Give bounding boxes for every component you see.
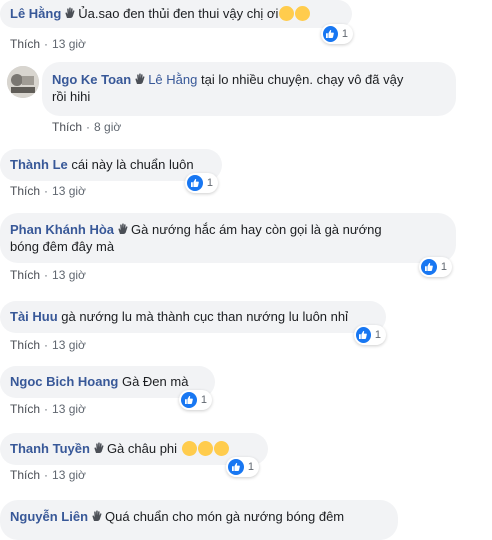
comment-text-line2: bóng đêm đây mà (10, 239, 115, 254)
comment-meta: Thích · 13 giờ (10, 268, 86, 282)
like-reaction-icon (187, 175, 203, 191)
reaction-count[interactable]: 1 (226, 457, 259, 477)
comment-meta: Thích · 13 giờ (10, 338, 86, 352)
sweat-smile-emoji-icon (295, 6, 311, 21)
avatar-image (7, 66, 39, 98)
reaction-count[interactable]: 1 (321, 24, 353, 44)
timestamp[interactable]: 13 giờ (52, 468, 86, 482)
comment-meta: Thích · 13 giờ (10, 468, 86, 482)
like-link[interactable]: Thích (10, 268, 40, 282)
reaction-count[interactable]: 1 (179, 390, 212, 410)
reaction-count[interactable]: 1 (419, 257, 452, 277)
wave-icon (134, 73, 146, 85)
comment-meta: Thích · 13 giờ (10, 37, 86, 51)
like-reaction-icon (228, 459, 244, 475)
comment-bubble: Lê Hằng Ủa.sao đen thủi đen thui vậy chị … (0, 0, 352, 28)
comment-text: Gà Đen mà (121, 374, 189, 389)
comment-text: gà nướng lu mà thành cục than nướng lu l… (61, 309, 348, 324)
avatar[interactable] (7, 66, 39, 98)
like-link[interactable]: Thích (10, 184, 40, 198)
rofl-emoji-icon (179, 438, 200, 459)
comment-text: Quá chuẩn cho món gà nướng bóng đêm (105, 509, 345, 524)
commenter-name[interactable]: Ngoc Bich Hoang (10, 374, 118, 389)
commenter-name[interactable]: Lê Hằng (10, 6, 61, 21)
timestamp[interactable]: 13 giờ (52, 402, 86, 416)
comment-text: Ủa.sao đen thủi đen thui vậy chị ơi (78, 6, 279, 21)
wave-icon (117, 223, 129, 235)
timestamp[interactable]: 13 giờ (52, 268, 86, 282)
commenter-name[interactable]: Tài Huu (10, 309, 58, 324)
reaction-count[interactable]: 1 (354, 325, 386, 345)
comment-text: cái này là chuẩn luôn (71, 157, 194, 172)
comment-text-line1: Gà nướng hắc ám hay còn gọi là gà nướng (131, 222, 382, 237)
like-link[interactable]: Thích (52, 120, 82, 134)
wave-icon (64, 7, 76, 19)
commenter-name[interactable]: Ngo Ke Toan (52, 72, 131, 87)
like-reaction-icon (421, 259, 437, 275)
mentioned-user-link[interactable]: Lê Hằng (148, 72, 197, 87)
like-link[interactable]: Thích (10, 338, 40, 352)
like-link[interactable]: Thích (10, 402, 40, 416)
comment-bubble-tai-huu: Tài Huu gà nướng lu mà thành cục than nư… (0, 301, 386, 333)
commenter-name[interactable]: Thanh Tuyền (10, 441, 90, 456)
commenter-name[interactable]: Nguyễn Liên (10, 509, 88, 524)
comment-text-line1: tại lo nhiều chuyện. chạy vô đã vậy (200, 72, 404, 87)
comment-meta: Thích · 8 giờ (52, 120, 122, 134)
reaction-count[interactable]: 1 (185, 173, 218, 193)
wave-icon (93, 442, 105, 454)
rofl-emoji-icon (195, 438, 216, 459)
like-reaction-icon (356, 327, 371, 343)
rofl-emoji-icon (211, 438, 232, 459)
timestamp[interactable]: 8 giờ (94, 120, 121, 134)
commenter-name[interactable]: Phan Khánh Hòa (10, 222, 114, 237)
like-link[interactable]: Thích (10, 468, 40, 482)
comment-meta: Thích · 13 giờ (10, 184, 86, 198)
sweat-smile-emoji-icon (279, 6, 295, 21)
comment-bubble-phan-khanh-hoa: Phan Khánh Hòa Gà nướng hắc ám hay còn gọ… (0, 213, 456, 263)
timestamp[interactable]: 13 giờ (52, 338, 86, 352)
like-reaction-icon (181, 392, 197, 408)
like-reaction-icon (323, 26, 338, 42)
commenter-name[interactable]: Thành Le (10, 157, 68, 172)
timestamp[interactable]: 13 giờ (52, 37, 86, 51)
comment-meta: Thích · 13 giờ (10, 402, 86, 416)
comment-text: Gà châu phi (106, 441, 178, 456)
comment-bubble-nguyen-lien: Nguyễn Liên Quá chuẩn cho món gà nướng bó… (0, 500, 398, 540)
wave-icon (91, 510, 103, 522)
timestamp[interactable]: 13 giờ (52, 184, 86, 198)
comment-bubble-ngo-ke-toan: Ngo Ke Toan Lê Hằng tại lo nhiều chuyện. … (42, 62, 456, 116)
comment-text-line2: rồi hihi (52, 89, 91, 104)
like-link[interactable]: Thích (10, 37, 40, 51)
